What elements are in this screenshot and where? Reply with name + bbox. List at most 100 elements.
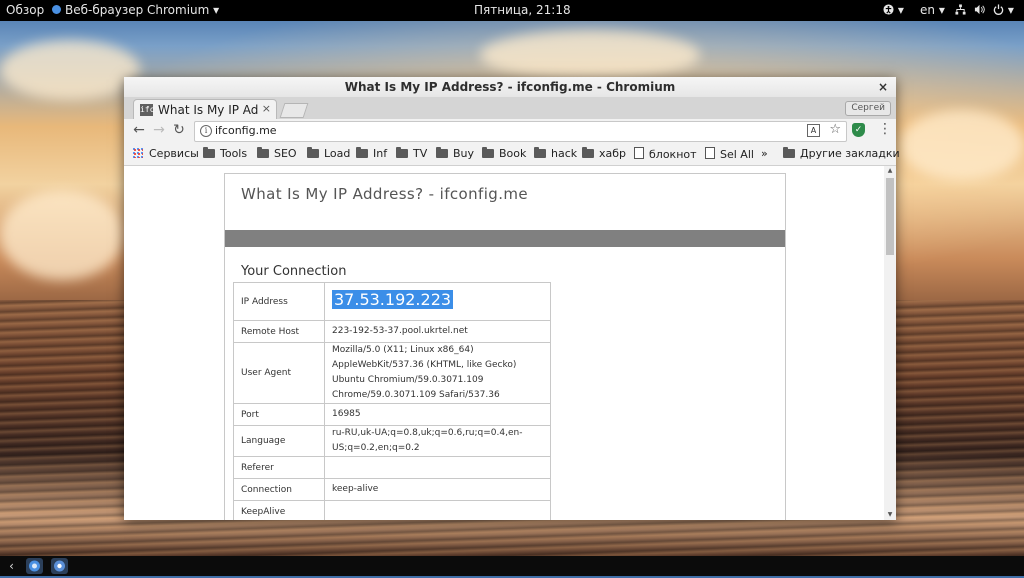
profile-button[interactable]: Сергей <box>845 101 891 116</box>
row-value: Mozilla/5.0 (X11; Linux x86_64) AppleWeb… <box>324 342 551 404</box>
chromium-dock-icon[interactable] <box>51 558 68 574</box>
scroll-up-arrow-icon[interactable]: ▲ <box>884 166 896 176</box>
app-menu[interactable]: Веб-браузер Chromium ▾ <box>52 3 219 17</box>
bookmark-other[interactable]: Другие закладки <box>783 147 900 160</box>
address-bar[interactable]: i ifconfig.me A ☆ <box>194 121 847 142</box>
folder-icon <box>396 147 408 158</box>
scroll-down-arrow-icon[interactable]: ▼ <box>884 510 896 520</box>
translate-icon[interactable]: A <box>807 124 820 137</box>
row-key: IP Address <box>233 282 325 321</box>
network-icon[interactable] <box>955 3 966 17</box>
tab-ifconfig[interactable]: ifc What Is My IP Address? - ifconfig.me… <box>133 99 277 120</box>
table-row: Connection keep-alive <box>233 478 551 501</box>
page-container: What Is My IP Address? - ifconfig.me You… <box>224 173 786 520</box>
volume-icon[interactable] <box>974 3 985 17</box>
accessibility-icon[interactable]: ▾ <box>883 3 904 17</box>
wallpaper-cloud <box>480 30 700 80</box>
bookmark-label: Buy <box>453 147 475 160</box>
menu-button[interactable]: ⋮ <box>878 121 892 137</box>
bookmark-label: Сервисы <box>149 147 199 160</box>
bookmark-folder[interactable]: Book <box>482 147 526 160</box>
clock[interactable]: Пятница, 21:18 <box>474 3 571 17</box>
chevron-down-icon: ▾ <box>897 3 904 17</box>
url-text[interactable]: ifconfig.me <box>215 124 277 137</box>
bookmark-folder[interactable]: хабр <box>582 147 626 160</box>
window-title: What Is My IP Address? - ifconfig.me - C… <box>344 80 676 94</box>
page-title: What Is My IP Address? - ifconfig.me <box>241 185 529 203</box>
activities-button[interactable]: Обзор <box>6 3 44 17</box>
folder-icon <box>307 147 319 158</box>
bookmark-folder[interactable]: SEO <box>257 147 297 160</box>
tab-title: What Is My IP Address? - ifconfig.me <box>158 103 258 117</box>
bookmark-page[interactable]: блокнот <box>634 147 697 161</box>
bookmark-label: Другие закладки <box>800 147 900 160</box>
close-tab-icon[interactable]: × <box>262 102 271 115</box>
bookmark-label: TV <box>413 147 428 160</box>
table-row: Language ru-RU,uk-UA;q=0.8,uk;q=0.6,ru;q… <box>233 425 551 457</box>
power-icon[interactable]: ▾ <box>993 3 1014 17</box>
dock-app-icon[interactable] <box>26 558 43 574</box>
row-key: Language <box>233 425 325 457</box>
browser-toolbar: ← → ↻ i ifconfig.me A ☆ ✓ ⋮ <box>124 119 896 143</box>
chevron-down-icon: ▾ <box>213 3 220 17</box>
row-key: Referer <box>233 456 325 479</box>
wallpaper-cloud <box>0 190 124 280</box>
bookmark-label: Sel All <box>720 148 754 161</box>
page-icon <box>634 147 644 159</box>
wallpaper-cloud <box>900 110 1024 180</box>
bookmark-page[interactable]: Sel All <box>705 147 754 161</box>
bookmark-folder[interactable]: hack <box>534 147 577 160</box>
bookmark-label: SEO <box>274 147 297 160</box>
row-key: KeepAlive <box>233 500 325 520</box>
ip-address-value[interactable]: 37.53.192.223 <box>332 290 454 309</box>
row-value: ru-RU,uk-UA;q=0.8,uk;q=0.6,ru;q=0.4,en-U… <box>324 425 551 457</box>
bookmarks-overflow-button[interactable]: » <box>761 147 768 160</box>
bookmark-label: Load <box>324 147 351 160</box>
chevron-down-icon: ▾ <box>1007 3 1014 17</box>
chevron-down-icon: ▾ <box>938 3 945 17</box>
back-button[interactable]: ← <box>130 122 148 138</box>
bookmark-folder[interactable]: TV <box>396 147 427 160</box>
folder-icon <box>482 147 494 158</box>
close-window-button[interactable]: × <box>876 77 890 97</box>
table-row: KeepAlive <box>233 500 551 520</box>
bookmark-label: блокнот <box>649 148 697 161</box>
bookmark-apps[interactable]: Сервисы <box>133 147 199 160</box>
reload-button[interactable]: ↻ <box>170 122 188 138</box>
bookmark-label: Inf <box>373 147 388 160</box>
table-row: User Agent Mozilla/5.0 (X11; Linux x86_6… <box>233 342 551 404</box>
table-row: Remote Host 223-192-53-37.pool.ukrtel.ne… <box>233 320 551 343</box>
table-row: Referer <box>233 456 551 479</box>
shield-extension-icon[interactable]: ✓ <box>852 123 865 137</box>
bookmark-folder[interactable]: Inf <box>356 147 387 160</box>
scroll-thumb[interactable] <box>886 178 894 255</box>
window-titlebar[interactable]: What Is My IP Address? - ifconfig.me - C… <box>124 77 896 98</box>
top-panel: Обзор Веб-браузер Chromium ▾ Пятница, 21… <box>0 0 1024 21</box>
folder-icon <box>203 147 215 158</box>
bookmark-label: Tools <box>220 147 248 160</box>
language-indicator[interactable]: en ▾ <box>920 3 945 17</box>
row-value <box>324 500 551 520</box>
forward-button[interactable]: → <box>150 122 168 138</box>
table-row: Port 16985 <box>233 403 551 426</box>
bookmark-label: Book <box>499 147 527 160</box>
new-tab-button[interactable] <box>279 103 309 118</box>
folder-icon <box>257 147 269 158</box>
page-icon <box>705 147 715 159</box>
row-key: Port <box>233 403 325 426</box>
bookmark-label: hack <box>551 147 578 160</box>
bookmark-folder[interactable]: Load <box>307 147 350 160</box>
tab-strip: ifc What Is My IP Address? - ifconfig.me… <box>124 97 896 120</box>
browser-window: What Is My IP Address? - ifconfig.me - C… <box>124 77 900 520</box>
page-viewport: What Is My IP Address? - ifconfig.me You… <box>124 166 884 520</box>
vertical-scrollbar[interactable]: ▲ ▼ <box>884 166 896 520</box>
row-value[interactable]: 37.53.192.223 <box>324 282 551 321</box>
row-key: Connection <box>233 478 325 501</box>
bookmark-folder[interactable]: Tools <box>203 147 247 160</box>
bookmark-folder[interactable]: Buy <box>436 147 474 160</box>
info-icon[interactable]: i <box>200 125 212 137</box>
star-icon[interactable]: ☆ <box>829 122 841 137</box>
favicon-icon: ifc <box>140 104 155 116</box>
language-label: en <box>920 3 935 17</box>
chevron-left-icon[interactable]: ‹ <box>3 558 20 574</box>
